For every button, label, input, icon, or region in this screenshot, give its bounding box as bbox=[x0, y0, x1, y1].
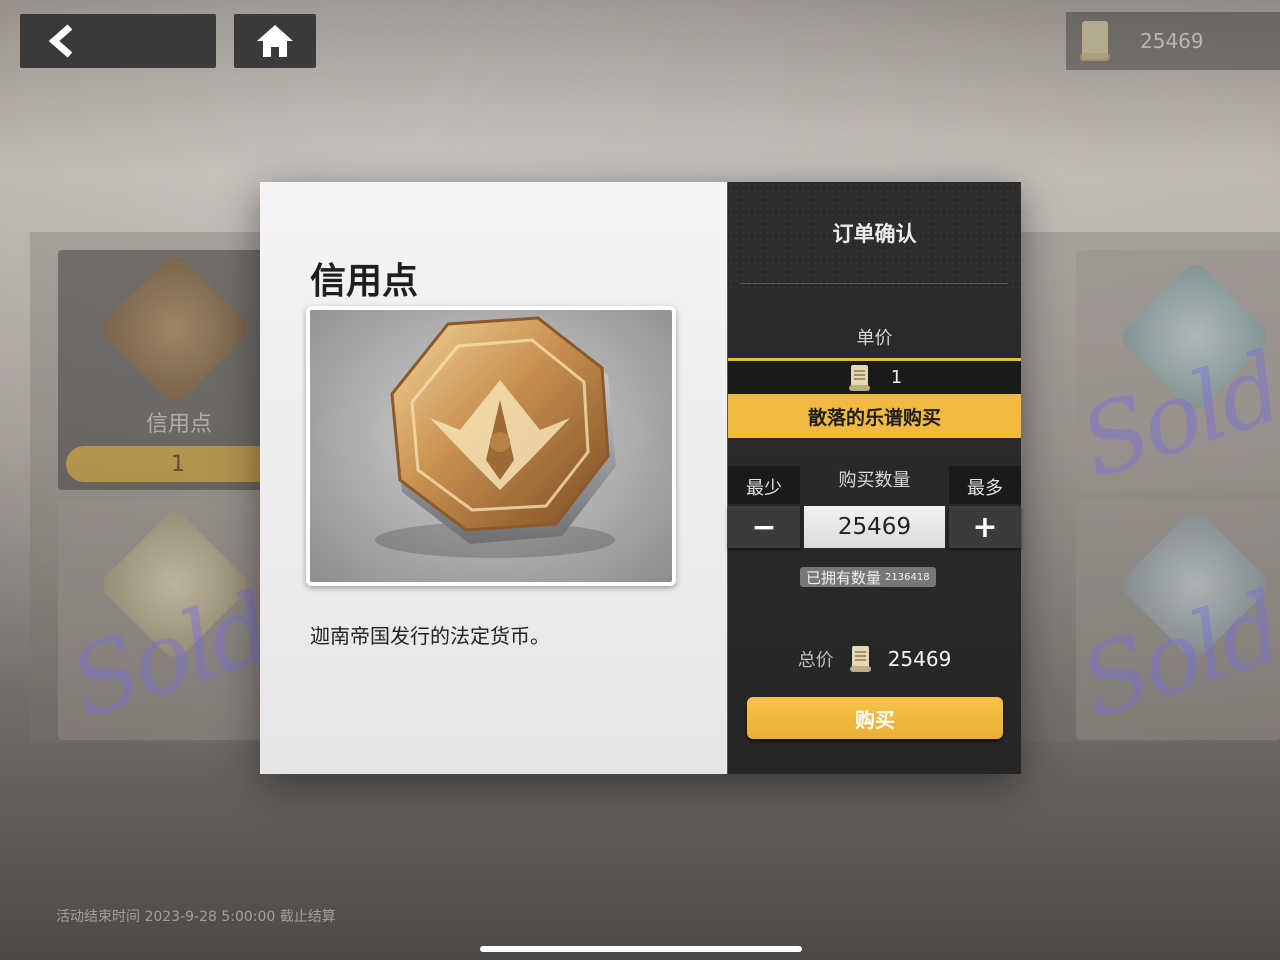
owned-quantity-count: 2136418 bbox=[885, 571, 930, 583]
increase-quantity-button[interactable]: + bbox=[949, 506, 1021, 548]
purchase-dialog: 信用点 迦南帝国发行的法定货币。 订单确认 单价 1 散落的乐谱购买 最少 购买… bbox=[260, 182, 1021, 774]
max-quantity-button[interactable]: 最多 bbox=[949, 466, 1021, 504]
currency-display: 25469 bbox=[1066, 12, 1280, 70]
background-card-label: 信用点 bbox=[146, 412, 213, 437]
credit-coin-icon bbox=[375, 316, 616, 558]
item-name: 信用点 bbox=[310, 261, 419, 302]
quantity-label: 购买数量 bbox=[838, 470, 911, 491]
home-icon bbox=[257, 25, 293, 57]
currency-value: 25469 bbox=[1140, 29, 1204, 53]
home-indicator-bar[interactable] bbox=[480, 946, 802, 952]
item-detail-pane: 信用点 迦南帝国发行的法定货币。 bbox=[260, 182, 727, 774]
order-title: 订单确认 bbox=[832, 222, 917, 246]
min-quantity-button[interactable]: 最少 bbox=[728, 466, 800, 504]
quantity-input[interactable] bbox=[804, 506, 945, 548]
decrease-quantity-button[interactable]: − bbox=[728, 506, 800, 548]
chevron-left-icon bbox=[48, 24, 73, 58]
total-price-value: 25469 bbox=[887, 647, 952, 671]
score-sheet-icon bbox=[1080, 21, 1110, 61]
title-divider bbox=[740, 283, 1008, 284]
order-confirm-pane: 订单确认 单价 1 散落的乐谱购买 最少 购买数量 最多 − + 已拥有数量 2… bbox=[727, 182, 1021, 774]
back-button[interactable] bbox=[20, 14, 216, 68]
item-description: 迦南帝国发行的法定货币。 bbox=[310, 624, 550, 648]
background-card-price: 1 bbox=[66, 446, 290, 482]
total-price-row: 总价 25469 bbox=[728, 644, 1021, 674]
home-button[interactable] bbox=[234, 14, 316, 68]
unit-price-value: 1 bbox=[890, 367, 903, 388]
item-image bbox=[306, 306, 676, 586]
owned-quantity-badge: 已拥有数量 2136418 bbox=[800, 567, 936, 587]
unit-price-label: 单价 bbox=[856, 328, 893, 349]
total-price-label: 总价 bbox=[797, 650, 834, 671]
score-sheet-icon bbox=[848, 364, 870, 391]
buy-button[interactable]: 购买 bbox=[747, 697, 1003, 739]
owned-quantity-label: 已拥有数量 bbox=[806, 568, 882, 587]
event-end-note: 活动结束时间 2023-9-28 5:00:00 截止结算 bbox=[56, 909, 336, 925]
score-sheet-icon bbox=[849, 646, 871, 672]
unit-price-row: 1 bbox=[728, 358, 1021, 394]
purchase-currency-label: 散落的乐谱购买 bbox=[728, 394, 1021, 438]
